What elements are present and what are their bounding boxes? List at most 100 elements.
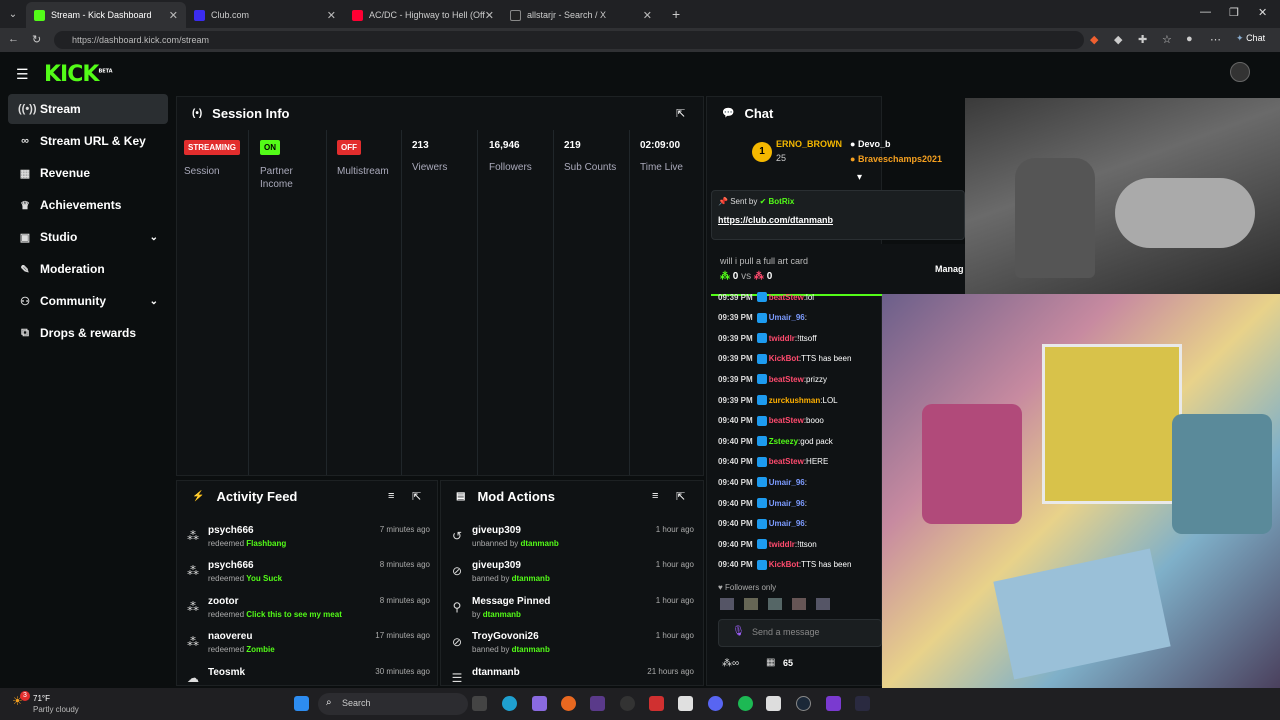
gifter-user[interactable]: Braveschamps2021 — [858, 154, 942, 164]
emote[interactable] — [720, 598, 734, 610]
back-icon[interactable]: ← — [8, 33, 19, 45]
feed-user[interactable]: naovereu — [208, 631, 252, 642]
minimize-icon[interactable]: — — [1200, 6, 1211, 18]
mod-user[interactable]: giveup309 — [472, 525, 521, 536]
tab-kick-dashboard[interactable]: Stream - Kick Dashboard ✕ — [26, 2, 186, 28]
copilot-chat-button[interactable]: ✦ Chat — [1236, 33, 1265, 44]
message-user[interactable]: twiddlr — [769, 540, 795, 549]
feed-user[interactable]: zootor — [208, 596, 239, 607]
app-icon[interactable] — [766, 696, 781, 711]
puzzle-icon[interactable]: ✚ — [1138, 33, 1147, 46]
gifter-user[interactable]: Devo_b — [858, 139, 891, 149]
avatar[interactable] — [1230, 62, 1250, 82]
notification-badge: 3 — [20, 691, 30, 701]
close-icon[interactable]: ✕ — [327, 9, 336, 22]
app-icon[interactable] — [620, 696, 635, 711]
emote[interactable] — [744, 598, 758, 610]
message-user[interactable]: beatStew — [769, 293, 804, 302]
edge-icon[interactable] — [502, 696, 517, 711]
extension-icon[interactable]: ◆ — [1114, 33, 1122, 46]
close-icon[interactable]: ✕ — [169, 9, 178, 22]
sidebar-item-community[interactable]: ⚇ Community ⌄ — [8, 286, 168, 316]
mod-user[interactable]: dtanmanb — [472, 667, 520, 678]
message-user[interactable]: beatStew — [769, 457, 804, 466]
sidebar-item-stream[interactable]: ((•)) Stream — [8, 94, 168, 124]
tab-youtube[interactable]: AC/DC - Highway to Hell (Official✕ — [344, 2, 502, 28]
hamburger-menu-icon[interactable]: ☰ — [16, 66, 29, 83]
app-icon[interactable] — [590, 696, 605, 711]
sidebar-item-revenue[interactable]: ▦ Revenue — [8, 158, 168, 188]
new-tab-icon[interactable]: + — [672, 6, 680, 22]
emote[interactable] — [768, 598, 782, 610]
mod-user[interactable]: giveup309 — [472, 560, 521, 571]
taskbar-search[interactable]: ⌕ Search — [318, 693, 468, 715]
message-user[interactable]: beatStew — [769, 375, 804, 384]
firefox-icon[interactable] — [561, 696, 576, 711]
spotify-icon[interactable] — [738, 696, 753, 711]
collapse-icon[interactable]: ▾ — [857, 172, 862, 183]
sidebar-item-drops-rewards[interactable]: ⧉ Drops & rewards — [8, 318, 168, 348]
app-icon[interactable] — [649, 696, 664, 711]
maximize-icon[interactable]: ❐ — [1229, 6, 1239, 19]
message-user[interactable]: Umair_96 — [769, 478, 805, 487]
top-gifter-user[interactable]: ERNO_BROWN — [776, 139, 842, 149]
sidebar-item-studio[interactable]: ▣ Studio ⌄ — [8, 222, 168, 252]
start-icon[interactable] — [294, 696, 309, 711]
tab-club[interactable]: Club.com ✕ — [186, 2, 344, 28]
reload-icon[interactable]: ↻ — [32, 33, 41, 46]
feed-user[interactable]: psych666 — [208, 525, 254, 536]
filter-icon[interactable]: ≡ — [388, 490, 394, 502]
card-box-shape — [1042, 344, 1182, 504]
kick-logo[interactable]: KICKBETA — [44, 62, 113, 87]
message-time: 09:40 PM — [718, 416, 753, 426]
feed-user[interactable]: psych666 — [208, 560, 254, 571]
sidebar-item-achievements[interactable]: ♛ Achievements — [8, 190, 168, 220]
popout-icon[interactable]: ⇱ — [676, 107, 685, 120]
message-user[interactable]: KickBot — [769, 354, 799, 363]
profile-icon[interactable]: ● — [1186, 33, 1193, 45]
emote[interactable] — [792, 598, 806, 610]
manage-poll-button[interactable]: Manag — [935, 264, 964, 274]
mod-user[interactable]: TroyGovoni26 — [472, 631, 539, 642]
message-user[interactable]: beatStew — [769, 416, 804, 425]
app-icon[interactable] — [855, 696, 870, 711]
popout-icon[interactable]: ⇱ — [676, 490, 685, 503]
mod-detail: by dtanmanb — [472, 610, 521, 619]
pinned-link[interactable]: https://club.com/dtanmanb — [718, 215, 833, 225]
discord-icon[interactable] — [708, 696, 723, 711]
favorites-icon[interactable]: ☆ — [1162, 33, 1172, 46]
more-icon[interactable]: ⋯ — [1210, 33, 1221, 46]
close-window-icon[interactable]: ✕ — [1258, 6, 1267, 19]
message-user[interactable]: Umair_96 — [769, 519, 805, 528]
message-user[interactable]: zurckushman — [769, 396, 821, 405]
sidebar-item-moderation[interactable]: ✎ Moderation — [8, 254, 168, 284]
chat-message: 09:40 PM KickBot: TTS has been — [718, 555, 883, 575]
message-user[interactable]: Umair_96 — [769, 313, 805, 322]
url-field[interactable]: https://dashboard.kick.com/stream — [54, 31, 1084, 49]
emote[interactable] — [816, 598, 830, 610]
music-icon[interactable] — [678, 696, 693, 711]
mod-user[interactable]: Message Pinned — [472, 596, 550, 607]
steam-icon[interactable] — [796, 696, 811, 711]
sidebar-item-stream-url-key[interactable]: ∞ Stream URL & Key — [8, 126, 168, 156]
copilot-icon[interactable] — [532, 696, 547, 711]
close-icon[interactable]: ✕ — [643, 9, 652, 22]
message-user[interactable]: twiddlr — [769, 334, 795, 343]
feed-user[interactable]: Teosmk — [208, 667, 245, 678]
message-user[interactable]: Umair_96 — [769, 499, 805, 508]
message-user[interactable]: Zsteezy — [769, 437, 798, 446]
extension-icon[interactable]: ◆ — [1090, 33, 1098, 46]
chat-message: 09:39 PM KickBot: TTS has been — [718, 349, 883, 369]
microphone-icon[interactable]: 🎙 — [732, 626, 745, 637]
tab-x-search[interactable]: allstarjr - Search / X ✕ — [502, 2, 660, 28]
poll-icon[interactable]: ⁂∞ — [722, 658, 739, 669]
popout-icon[interactable]: ⇱ — [412, 490, 421, 503]
close-icon[interactable]: ✕ — [485, 9, 494, 22]
app-icon[interactable] — [826, 696, 841, 711]
message-user[interactable]: KickBot — [769, 560, 799, 569]
pinned-user[interactable]: BotRix — [769, 197, 795, 206]
task-view-icon[interactable] — [472, 696, 487, 711]
message-time: 09:40 PM — [718, 539, 753, 549]
filter-icon[interactable]: ≡ — [652, 490, 658, 502]
tab-menu-icon[interactable]: ⌄ — [0, 9, 26, 20]
